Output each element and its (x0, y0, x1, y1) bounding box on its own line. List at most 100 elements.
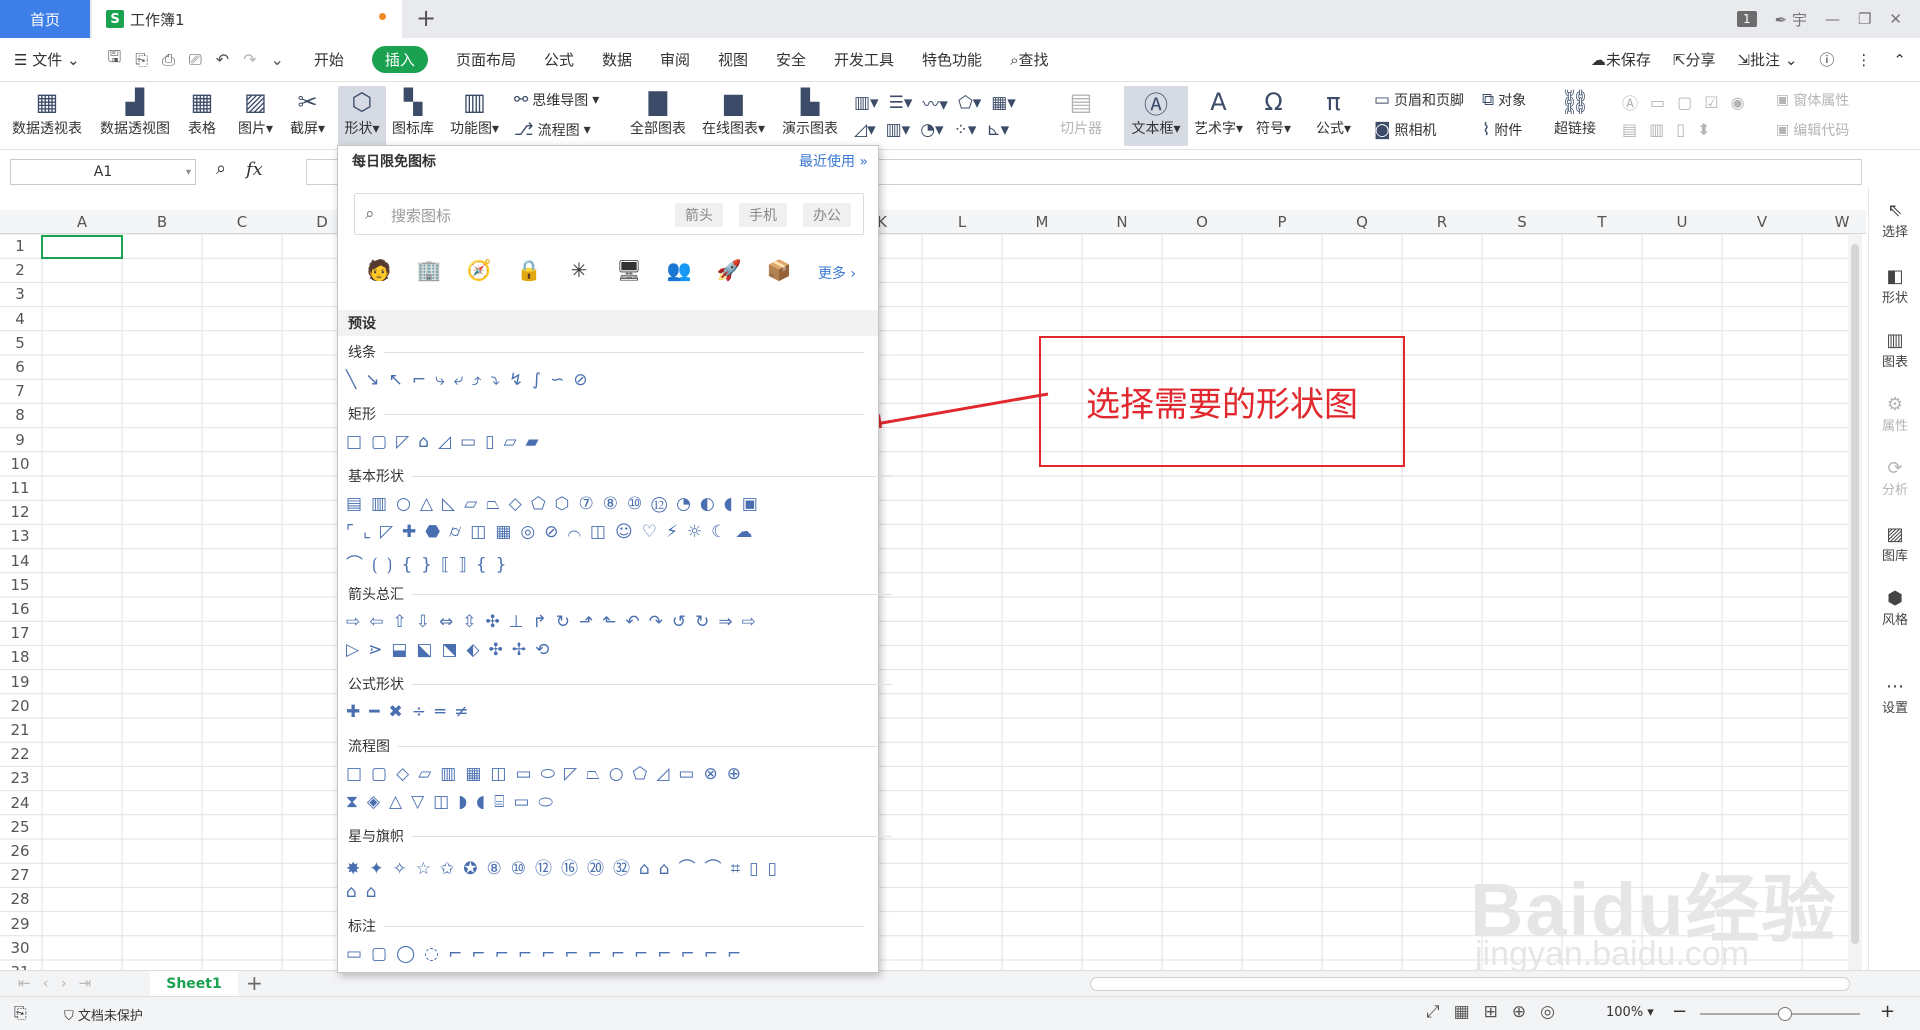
row-header-16[interactable]: 16 (0, 600, 40, 618)
column-header-P[interactable]: P (1242, 213, 1322, 231)
zoom-slider[interactable] (1700, 1007, 1860, 1021)
screenshot-button[interactable]: ✂ 截屏▾ (290, 86, 325, 138)
name-box[interactable]: A1 ▾ (10, 159, 196, 185)
row-header-24[interactable]: 24 (0, 794, 40, 812)
row-header-7[interactable]: 7 (0, 382, 40, 400)
row-header-9[interactable]: 9 (0, 431, 40, 449)
header-footer-button[interactable]: ▭ 页眉和页脚 (1374, 90, 1464, 110)
tab-workbook[interactable]: S 工作簿1 (92, 0, 402, 38)
zoom-level[interactable]: 100% ▾ (1606, 1005, 1654, 1020)
menu-insert[interactable]: 插入 (371, 46, 428, 73)
frame-control-icon[interactable]: ▭ (1650, 93, 1665, 112)
sidebar-properties[interactable]: ⚙ 属性 (1869, 394, 1920, 434)
active-cell[interactable] (41, 235, 123, 259)
fx-icon[interactable]: fx (246, 159, 263, 180)
sidebar-select[interactable]: ⇖ 选择 (1869, 200, 1920, 240)
mindmap-button[interactable]: ⚯ 思维导图 ▾ (514, 90, 599, 110)
sidebar-style[interactable]: ⬢ 风格 (1869, 588, 1920, 628)
flowchart-button[interactable]: ⎇ 流程图 ▾ (514, 120, 591, 140)
sheet-nav-icons[interactable]: ⇤‹›⇥ (18, 974, 103, 992)
picture-button[interactable]: ▨ 图片▾ (238, 86, 273, 138)
column-header-N[interactable]: N (1082, 213, 1162, 231)
projector-icon[interactable]: 🖥 (604, 258, 654, 282)
shape-row[interactable]: ⌂⌂ (346, 882, 386, 902)
sidebar-settings[interactable]: ⋯ 设置 (1869, 676, 1920, 716)
presenter-icon[interactable]: 🧭 (454, 258, 504, 282)
row-header-20[interactable]: 20 (0, 697, 40, 715)
shape-row[interactable]: ⌜⌞◸✚⬣⌭◫▦◎⊘⌒◫☺♡⚡☼☾☁ (346, 522, 761, 542)
camera-button[interactable]: ◙ 照相机 (1374, 120, 1437, 140)
shape-row[interactable]: ╲↘↖⌐⤷⤶⤴⤵↯∫∽⊘ (346, 370, 597, 390)
row-header-1[interactable]: 1 (0, 237, 40, 255)
protect-status[interactable]: ⛉ 文档未保护 (64, 1005, 143, 1024)
combo-control-icon[interactable]: ▥ (1649, 120, 1664, 139)
row-header-15[interactable]: 15 (0, 576, 40, 594)
shape-row[interactable]: ▤▥○△◺▱⏢◇⬠⬡⑦⑧⑩⑫◔◐◖▣ (346, 494, 767, 514)
row-header-22[interactable]: 22 (0, 745, 40, 763)
sidebar-chart[interactable]: ▥ 图表 (1869, 330, 1920, 370)
area-chart-icon[interactable]: ◿▾ (854, 120, 876, 140)
other-chart-icon[interactable]: ⊾▾ (986, 120, 1009, 140)
network-icon[interactable]: ✳ (554, 258, 604, 282)
column-header-T[interactable]: T (1562, 213, 1642, 231)
help-icon[interactable]: ⓘ (1819, 49, 1834, 70)
row-header-4[interactable]: 4 (0, 310, 40, 328)
row-header-3[interactable]: 3 (0, 285, 40, 303)
maximize-icon[interactable]: ❐ (1858, 10, 1871, 28)
save-icon[interactable]: 🖫 (108, 46, 122, 73)
pivot-chart-button[interactable]: ▟ 数据透视图 (100, 86, 170, 138)
menu-view[interactable]: 视图 (718, 49, 748, 70)
line-chart-icon[interactable]: 〰▾ (922, 90, 948, 115)
zoom-search-icon[interactable]: ⌕ (216, 158, 226, 179)
column-header-M[interactable]: M (1002, 213, 1082, 231)
object-button[interactable]: ⧉ 对象 (1482, 90, 1526, 110)
shape-row[interactable]: ▷⋗⬓⬕⬔⬖✣✢⟲ (346, 640, 558, 660)
chart-type-row-2[interactable]: ◿▾ ▥▾ ◔▾ ⁘▾ ⊾▾ (854, 120, 1009, 140)
zoom-in-icon[interactable]: + (1880, 1001, 1895, 1022)
attachment-button[interactable]: ⌇ 附件 (1482, 120, 1522, 140)
button-control-icon[interactable]: ▢ (1677, 93, 1692, 112)
formula-button[interactable]: π 公式▾ (1316, 86, 1351, 138)
row-header-25[interactable]: 25 (0, 818, 40, 836)
preview-icon[interactable]: ⎚ (189, 50, 202, 70)
more-icons-link[interactable]: 更多 › (818, 263, 856, 283)
row-header-2[interactable]: 2 (0, 261, 40, 279)
redo-icon[interactable]: ↷ (243, 50, 256, 69)
zoom-out-icon[interactable]: − (1672, 1001, 1687, 1022)
label-control-icon[interactable]: Ⓐ (1622, 90, 1638, 114)
view-mode-icons[interactable]: ⤢▦⊞⊕◎ (1426, 1002, 1569, 1022)
shape-row[interactable]: ⇨⇦⇧⇩⇔⇳✣⊥↱↻⬏⬑↶↷↺↻⇒⇨ (346, 612, 765, 632)
chart-type-row-1[interactable]: ▥▾ ☰▾ 〰▾ ⬠▾ ▦▾ (854, 90, 1016, 116)
new-tab-plus-icon[interactable]: + (416, 4, 436, 32)
row-header-27[interactable]: 27 (0, 866, 40, 884)
row-header-6[interactable]: 6 (0, 358, 40, 376)
menu-page-layout[interactable]: 页面布局 (456, 49, 516, 70)
window-count-badge[interactable]: 1 (1736, 11, 1757, 27)
collapse-icon[interactable]: ⌃ (1893, 51, 1906, 69)
row-header-17[interactable]: 17 (0, 624, 40, 642)
shape-row[interactable]: ▭▢◯◌⌐⌐⌐⌐⌐⌐⌐⌐⌐⌐⌐⌐⌐ (346, 944, 750, 964)
shape-row[interactable]: ✚━✖÷═≠ (346, 702, 477, 722)
row-header-28[interactable]: 28 (0, 890, 40, 908)
share-button[interactable]: ⇱分享 (1673, 49, 1716, 70)
row-header-19[interactable]: 19 (0, 673, 40, 691)
chip-phone[interactable]: 手机 (739, 203, 787, 227)
user-area[interactable]: ✒ 宇 (1775, 9, 1807, 30)
building-icon[interactable]: 🏢 (404, 258, 454, 282)
column-header-O[interactable]: O (1162, 213, 1242, 231)
column-header-L[interactable]: L (922, 213, 1002, 231)
row-header-29[interactable]: 29 (0, 915, 40, 933)
tab-home[interactable]: 首页 (0, 0, 90, 38)
export-icon[interactable]: ⎘ (135, 50, 148, 70)
column-header-R[interactable]: R (1402, 213, 1482, 231)
row-header-13[interactable]: 13 (0, 527, 40, 545)
menu-data[interactable]: 数据 (602, 49, 632, 70)
pie-chart-icon[interactable]: ◔▾ (920, 120, 943, 140)
hyperlink-button[interactable]: ⛓ 超链接 (1554, 86, 1596, 138)
zoom-slider-handle[interactable] (1778, 1007, 1792, 1021)
demo-chart-button[interactable]: ▙ 演示图表 (782, 86, 838, 138)
edit-code-button[interactable]: ▣ 编辑代码 (1776, 120, 1849, 140)
row-header-26[interactable]: 26 (0, 842, 40, 860)
sidebar-analysis[interactable]: ⟳ 分析 (1869, 458, 1920, 498)
wordart-button[interactable]: A 艺术字▾ (1194, 86, 1243, 138)
